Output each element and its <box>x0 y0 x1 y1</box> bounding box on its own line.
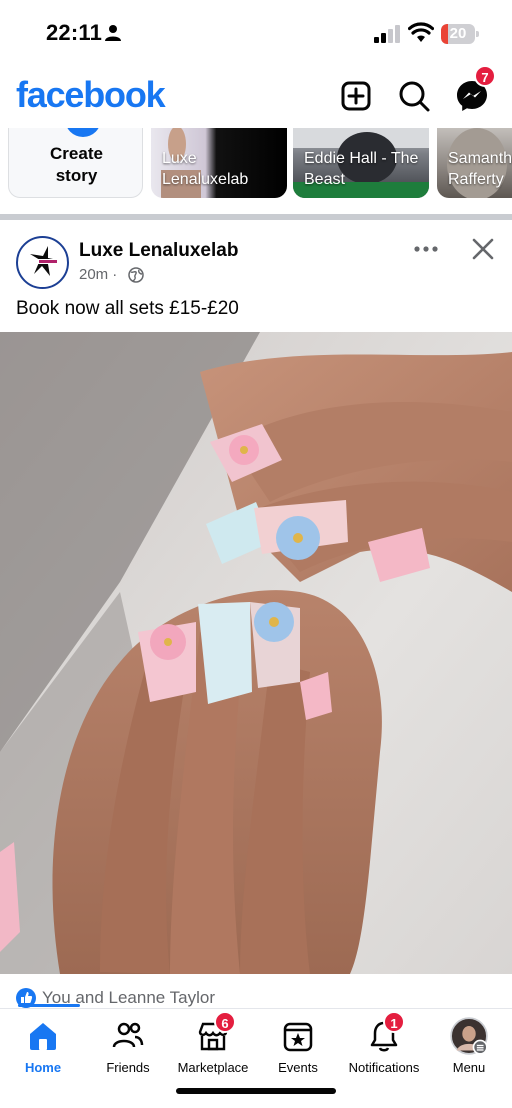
tab-marketplace[interactable]: 6 Marketplace <box>170 1009 256 1083</box>
tab-home[interactable]: Home <box>0 1009 86 1083</box>
author-avatar[interactable] <box>16 236 69 289</box>
tab-label: Events <box>278 1060 318 1075</box>
search-icon[interactable] <box>396 78 432 114</box>
story-card[interactable]: Eddie Hall - The Beast <box>293 128 429 198</box>
friends-icon <box>112 1022 144 1048</box>
tab-label: Notifications <box>348 1060 420 1075</box>
feed-divider <box>0 214 512 220</box>
notifications-badge: 1 <box>383 1011 405 1033</box>
messenger-badge: 7 <box>474 65 496 87</box>
status-time: 22:11 <box>46 20 103 45</box>
tab-friends[interactable]: Friends <box>85 1009 171 1083</box>
messenger-button[interactable]: 7 <box>454 65 496 114</box>
globe-icon <box>128 267 144 283</box>
person-icon <box>105 25 121 41</box>
tab-events[interactable]: Events <box>255 1009 341 1083</box>
signal-icon <box>374 25 400 43</box>
story-name: Eddie Hall - The Beast <box>304 150 419 188</box>
post-author[interactable]: Luxe Lenaluxelab <box>79 240 238 262</box>
home-icon <box>30 1023 56 1050</box>
more-options-icon[interactable] <box>410 240 442 258</box>
plus-icon <box>65 128 101 137</box>
tab-notifications[interactable]: 1 Notifications <box>341 1009 427 1083</box>
post-meta: 20m · <box>79 266 118 283</box>
story-card[interactable]: Samantha Rafferty <box>437 128 512 198</box>
story-card[interactable]: Luxe Lenaluxelab <box>151 128 287 198</box>
profile-avatar <box>450 1017 488 1055</box>
create-story-label: Create story <box>50 144 103 185</box>
battery-level: 20 <box>449 25 467 42</box>
home-indicator <box>176 1088 336 1094</box>
scroll-indicator <box>18 1004 80 1007</box>
tab-label: Marketplace <box>177 1060 249 1075</box>
app-header: facebook 7 <box>0 65 512 128</box>
events-icon <box>283 1022 313 1052</box>
marketplace-badge: 6 <box>214 1011 236 1033</box>
story-name: Luxe Lenaluxelab <box>162 150 249 188</box>
wifi-icon <box>408 22 434 42</box>
create-story-card[interactable]: Create story <box>8 128 143 198</box>
post-photo[interactable] <box>0 332 512 974</box>
status-bar: 22:11 20 <box>0 0 512 68</box>
close-icon[interactable] <box>470 236 496 262</box>
battery-icon: 20 <box>441 24 479 44</box>
stories-tray[interactable]: Create story Luxe Lenaluxelab Eddie Hall … <box>0 128 512 212</box>
facebook-logo[interactable]: facebook <box>16 74 166 116</box>
tab-menu[interactable]: Menu <box>426 1009 512 1083</box>
post-text: Book now all sets £15-£20 <box>16 298 239 319</box>
post-time: 20m <box>79 266 109 283</box>
story-name: Samantha Rafferty <box>448 150 512 188</box>
create-icon[interactable] <box>338 78 374 114</box>
post-header: Luxe Lenaluxelab 20m · <box>0 224 512 294</box>
tab-label: Menu <box>452 1060 486 1075</box>
tab-label: Friends <box>106 1060 150 1075</box>
